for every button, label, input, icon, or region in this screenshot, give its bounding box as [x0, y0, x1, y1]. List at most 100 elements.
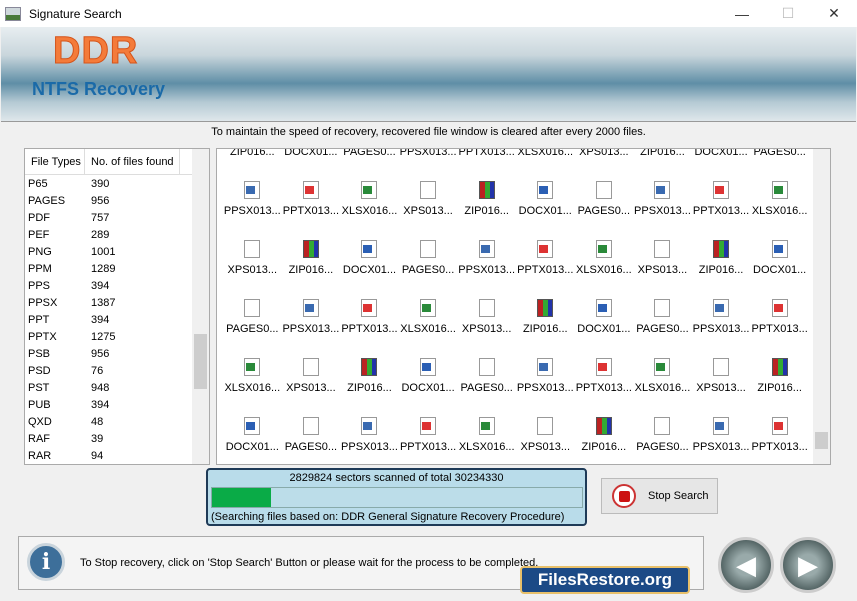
file-item[interactable]: PAGES0... — [633, 398, 692, 457]
file-item[interactable]: PAGES0... — [282, 398, 341, 457]
list-item[interactable]: PUB 394 — [25, 396, 209, 413]
file-count: 956 — [91, 194, 110, 207]
file-item[interactable]: ZIP016... — [282, 221, 341, 280]
list-item[interactable]: PSB 956 — [25, 345, 209, 362]
file-item[interactable]: XPS013... — [282, 339, 341, 398]
file-item[interactable]: PPTX013... — [340, 280, 399, 339]
file-item[interactable]: XPS013... — [223, 221, 282, 280]
file-item[interactable]: DOCX01... — [692, 149, 751, 162]
file-item[interactable]: PPSX013... — [516, 339, 575, 398]
file-item[interactable]: PPTX013... — [692, 162, 751, 221]
file-name: XLSX016... — [576, 264, 632, 276]
list-item[interactable]: PDF 757 — [25, 209, 209, 226]
file-item[interactable]: XLSX016... — [575, 221, 634, 280]
list-scrollbar[interactable] — [192, 149, 209, 464]
file-item[interactable]: ZIP016... — [340, 339, 399, 398]
column-header-file-types[interactable]: File Types — [25, 149, 85, 174]
progress-fill — [212, 488, 272, 507]
file-item[interactable]: PPSX013... — [223, 162, 282, 221]
list-item[interactable]: PAGES 956 — [25, 192, 209, 209]
maximize-button[interactable]: ☐ — [765, 0, 811, 27]
file-item[interactable]: ZIP016... — [633, 149, 692, 162]
file-item[interactable]: XLSX016... — [399, 280, 458, 339]
file-item[interactable]: PPTX013... — [575, 339, 634, 398]
file-item[interactable]: ZIP016... — [516, 280, 575, 339]
minimize-button[interactable]: — — [719, 0, 765, 27]
file-item[interactable]: DOCX01... — [750, 221, 809, 280]
file-item[interactable]: XLSX016... — [633, 339, 692, 398]
file-item[interactable]: PAGES0... — [575, 162, 634, 221]
list-item[interactable]: PPTX 1275 — [25, 328, 209, 345]
blank-file-icon — [420, 181, 437, 199]
filesrestore-logo: FilesRestore.org — [520, 566, 690, 594]
file-item[interactable]: XPS013... — [399, 162, 458, 221]
column-header-count[interactable]: No. of files found — [85, 149, 180, 174]
file-item[interactable]: PPTX013... — [399, 398, 458, 457]
file-item[interactable]: PPTX013... — [750, 398, 809, 457]
file-item[interactable]: XPS013... — [692, 339, 751, 398]
file-item[interactable]: ZIP016... — [750, 339, 809, 398]
list-item[interactable]: QXD 48 — [25, 413, 209, 430]
file-item[interactable]: ZIP016... — [457, 162, 516, 221]
zip-file-icon — [537, 299, 554, 317]
file-item[interactable]: PPSX013... — [399, 149, 458, 162]
file-item[interactable]: XPS013... — [633, 221, 692, 280]
list-item[interactable]: PPSX 1387 — [25, 294, 209, 311]
file-item[interactable]: PPTX013... — [516, 221, 575, 280]
file-item[interactable]: DOCX01... — [399, 339, 458, 398]
next-button[interactable]: ▶ — [780, 537, 836, 593]
file-item[interactable]: PAGES0... — [633, 280, 692, 339]
file-item[interactable]: XLSX016... — [457, 398, 516, 457]
file-item[interactable]: PPTX013... — [750, 280, 809, 339]
file-item[interactable]: PPSX013... — [633, 162, 692, 221]
list-item[interactable]: PST 948 — [25, 379, 209, 396]
file-item[interactable]: PAGES0... — [399, 221, 458, 280]
file-types-list[interactable]: File Types No. of files found P65 390 PAGE… — [24, 148, 210, 465]
file-item[interactable]: XPS013... — [575, 149, 634, 162]
stop-search-button[interactable]: Stop Search — [601, 478, 718, 514]
file-item[interactable]: DOCX01... — [516, 162, 575, 221]
file-item[interactable]: ZIP016... — [575, 398, 634, 457]
back-button[interactable]: ◀ — [718, 537, 774, 593]
close-button[interactable]: ✕ — [811, 0, 857, 27]
ppsx-file-icon — [244, 181, 261, 199]
file-item[interactable]: DOCX01... — [282, 149, 341, 162]
file-item[interactable]: PPSX013... — [282, 280, 341, 339]
file-item[interactable]: XLSX016... — [340, 162, 399, 221]
list-item[interactable]: PPS 394 — [25, 277, 209, 294]
file-item[interactable]: XPS013... — [516, 398, 575, 457]
window-title: Signature Search — [29, 6, 122, 21]
file-item[interactable]: DOCX01... — [575, 280, 634, 339]
file-type: PPTX — [28, 330, 57, 343]
file-item[interactable]: XLSX016... — [750, 162, 809, 221]
file-item[interactable]: PAGES0... — [750, 149, 809, 162]
file-item[interactable]: XLSX016... — [516, 149, 575, 162]
list-item[interactable]: PPM 1289 — [25, 260, 209, 277]
files-scrollbar[interactable] — [813, 149, 830, 464]
file-item[interactable]: ZIP016... — [692, 221, 751, 280]
file-item[interactable]: PAGES0... — [457, 339, 516, 398]
file-item[interactable]: PPSX013... — [340, 398, 399, 457]
file-type: P65 — [28, 177, 48, 190]
recovered-files-view[interactable]: ZIP016... DOCX01... PAGES0... PPSX013... PPT… — [216, 148, 831, 465]
list-item[interactable]: PNG 1001 — [25, 243, 209, 260]
file-item[interactable]: PPSX013... — [692, 398, 751, 457]
list-item[interactable]: PEF 289 — [25, 226, 209, 243]
file-item[interactable]: PPTX013... — [282, 162, 341, 221]
file-item[interactable]: DOCX01... — [223, 398, 282, 457]
list-item[interactable]: RAR 94 — [25, 447, 209, 464]
list-item[interactable]: PSD 76 — [25, 362, 209, 379]
file-item[interactable]: PAGES0... — [223, 280, 282, 339]
file-item[interactable]: PPSX013... — [692, 280, 751, 339]
file-item[interactable]: XPS013... — [457, 280, 516, 339]
list-item[interactable]: PPT 394 — [25, 311, 209, 328]
list-item[interactable]: RAF 39 — [25, 430, 209, 447]
list-item[interactable]: P65 390 — [25, 175, 209, 192]
file-item[interactable]: DOCX01... — [340, 221, 399, 280]
file-item[interactable]: PPSX013... — [457, 221, 516, 280]
file-item[interactable]: XLSX016... — [223, 339, 282, 398]
file-item[interactable]: ZIP016... — [223, 149, 282, 162]
file-item[interactable]: PPTX013... — [457, 149, 516, 162]
file-type: PEF — [28, 228, 50, 241]
file-item[interactable]: PAGES0... — [340, 149, 399, 162]
